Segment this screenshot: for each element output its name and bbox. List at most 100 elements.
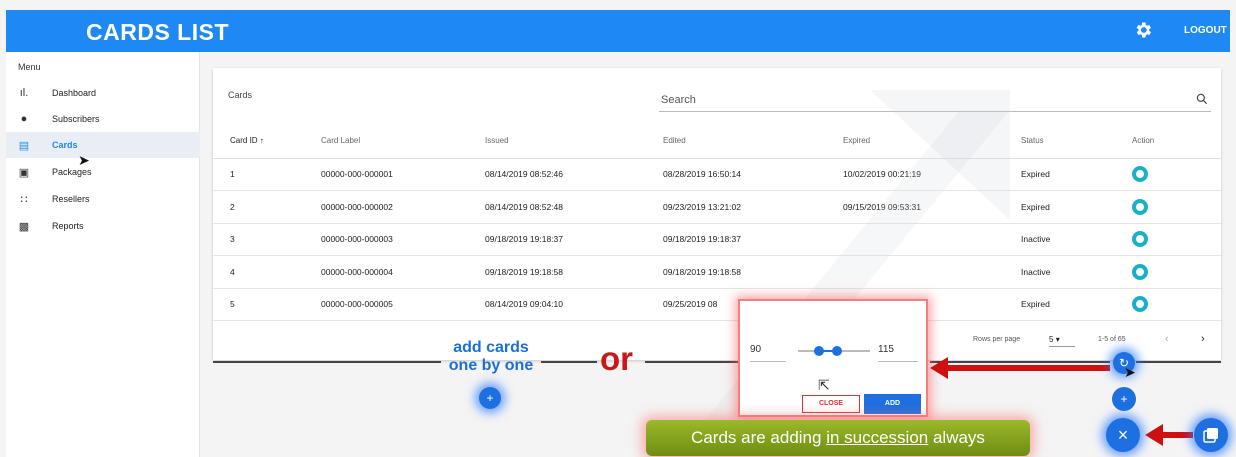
- range-slider-handle-max[interactable]: [832, 346, 842, 356]
- bar-chart-icon: ıl.: [19, 87, 29, 99]
- table-row[interactable]: 1 00000-000-000001 08/14/2019 08:52:46 0…: [213, 158, 1221, 191]
- divider-line: [541, 361, 597, 363]
- or-caption: or: [600, 340, 633, 377]
- cell-expired: [843, 255, 1021, 289]
- cell-expired: 09/15/2019 09:53:31: [843, 190, 1021, 224]
- table-row[interactable]: 3 00000-000-000003 09/18/2019 19:18:37 0…: [213, 223, 1221, 256]
- package-icon: ▣: [18, 166, 30, 179]
- cell-status: Expired: [1021, 288, 1118, 321]
- column-header-issued[interactable]: Issued: [485, 124, 663, 159]
- action-button[interactable]: [1132, 231, 1148, 248]
- next-page-button[interactable]: ›: [1201, 333, 1205, 345]
- gear-icon[interactable]: [1133, 20, 1153, 40]
- cell-card-id: 4: [213, 255, 321, 289]
- sidebar-item-cards[interactable]: ▤ Cards: [6, 132, 200, 158]
- caret-down-icon: ▾: [1055, 335, 1060, 344]
- page-range: 1-5 of 65: [1098, 336, 1126, 343]
- cell-expired: 10/02/2019 00:21:19: [843, 158, 1021, 191]
- column-header-card-label[interactable]: Card Label: [321, 124, 485, 159]
- table-pagination: Rows per page 5 ▾ 1-5 of 65 ‹ ›: [213, 330, 1221, 360]
- table-row[interactable]: 4 00000-000-000004 09/18/2019 19:18:58 0…: [213, 255, 1221, 289]
- add-one-by-one-caption: add cards one by one: [448, 339, 534, 374]
- cell-edited: 08/28/2019 16:50:14: [663, 158, 843, 191]
- divider-line: [1136, 361, 1221, 363]
- monitor-icon: ▤: [18, 139, 30, 152]
- sidebar: Menu ıl. Dashboard ● Subscribers ▤ Cards…: [6, 52, 200, 457]
- logout-button[interactable]: LOGOUT: [1184, 25, 1227, 36]
- table-row[interactable]: 5 00000-000-000005 08/14/2019 09:04:10 0…: [213, 288, 1221, 321]
- prev-page-button[interactable]: ‹: [1165, 333, 1169, 345]
- action-button[interactable]: [1132, 296, 1148, 313]
- library-add-icon: [1203, 428, 1218, 443]
- sidebar-item-label: Dashboard: [52, 88, 97, 98]
- mouse-pointer-icon: ➤: [78, 152, 90, 168]
- cell-edited: 09/18/2019 19:18:58: [663, 255, 843, 289]
- cell-card-label: 00000-000-000005: [321, 288, 485, 321]
- document-icon: ▩: [18, 220, 30, 233]
- sidebar-item-label: Cards: [52, 140, 78, 150]
- add-range-dialog: 90 115 ⇱ CLOSE ADD: [738, 299, 928, 417]
- column-header-expired[interactable]: Expired: [843, 124, 1021, 159]
- sidebar-item-subscribers[interactable]: ● Subscribers: [6, 106, 200, 132]
- cell-issued: 08/14/2019 09:04:10: [485, 288, 663, 321]
- cell-card-label: 00000-000-000002: [321, 190, 485, 224]
- search-icon[interactable]: [1195, 92, 1209, 106]
- cell-issued: 09/18/2019 19:18:37: [485, 223, 663, 256]
- column-header-status[interactable]: Status: [1021, 124, 1118, 159]
- cell-issued: 08/14/2019 08:52:48: [485, 190, 663, 224]
- sidebar-item-label: Resellers: [52, 194, 90, 204]
- sidebar-item-resellers[interactable]: ∷ Resellers: [6, 186, 200, 212]
- column-header-card-id[interactable]: Card ID ↑: [213, 124, 321, 159]
- divider-line: [213, 361, 441, 363]
- cell-card-id: 2: [213, 190, 321, 224]
- action-button[interactable]: [1132, 263, 1148, 280]
- action-button[interactable]: [1132, 198, 1148, 215]
- cell-status: Expired: [1021, 158, 1118, 191]
- cell-edited: 09/18/2019 19:18:37: [663, 223, 843, 256]
- cell-edited: 09/23/2019 13:21:02: [663, 190, 843, 224]
- sidebar-item-packages[interactable]: ▣ Packages: [6, 159, 200, 185]
- cards-panel: Cards Search Card ID ↑ Card Label Issued…: [213, 68, 1221, 360]
- divider-line: [930, 361, 1110, 363]
- cell-card-label: 00000-000-000004: [321, 255, 485, 289]
- sidebar-item-label: Reports: [52, 221, 84, 231]
- rows-per-page-label: Rows per page: [973, 336, 1021, 343]
- cell-status: Expired: [1021, 190, 1118, 224]
- search-placeholder: Search: [661, 94, 696, 106]
- range-to-field[interactable]: 115: [878, 344, 918, 362]
- rows-per-page-select[interactable]: 5 ▾: [1049, 335, 1075, 347]
- menu-label: Menu: [18, 62, 41, 72]
- cell-status: Inactive: [1021, 223, 1118, 256]
- add-button[interactable]: ADD: [864, 394, 921, 414]
- close-fab[interactable]: ×: [1106, 418, 1140, 452]
- add-card-button[interactable]: +: [479, 387, 501, 409]
- person-icon: ●: [20, 113, 28, 125]
- action-button[interactable]: [1132, 166, 1148, 183]
- cell-card-label: 00000-000-000001: [321, 158, 485, 191]
- cell-card-id: 3: [213, 223, 321, 256]
- sort-up-icon: ↑: [259, 136, 264, 146]
- close-button[interactable]: CLOSE: [802, 395, 860, 413]
- multi-add-fab[interactable]: [1194, 418, 1228, 452]
- range-slider-handle-min[interactable]: [814, 346, 824, 356]
- cell-issued: 08/14/2019 08:52:46: [485, 158, 663, 191]
- panel-title: Cards: [228, 90, 253, 100]
- search-input[interactable]: Search: [659, 88, 1211, 112]
- sidebar-item-label: Subscribers: [52, 114, 100, 124]
- page-title: CARDS LIST: [86, 19, 229, 45]
- table-row[interactable]: 2 00000-000-000002 08/14/2019 08:52:48 0…: [213, 190, 1221, 224]
- column-header-action: Action: [1118, 124, 1221, 159]
- arrow-shaft: [1161, 432, 1193, 438]
- add-fab[interactable]: +: [1112, 387, 1136, 411]
- cell-card-label: 00000-000-000003: [321, 223, 485, 256]
- succession-banner: Cards are adding in succession always: [646, 420, 1030, 456]
- table-header-row: Card ID ↑ Card Label Issued Edited Expir…: [213, 124, 1221, 159]
- range-from-field[interactable]: 90: [750, 344, 786, 362]
- divider-line: [645, 361, 738, 363]
- range-slider[interactable]: [798, 346, 870, 356]
- mouse-pointer-icon: ⇱: [818, 377, 830, 393]
- sidebar-item-dashboard[interactable]: ıl. Dashboard: [6, 80, 200, 106]
- sidebar-item-reports[interactable]: ▩ Reports: [6, 213, 200, 239]
- column-header-edited[interactable]: Edited: [663, 124, 843, 159]
- mouse-pointer-icon: ➤: [1124, 364, 1136, 380]
